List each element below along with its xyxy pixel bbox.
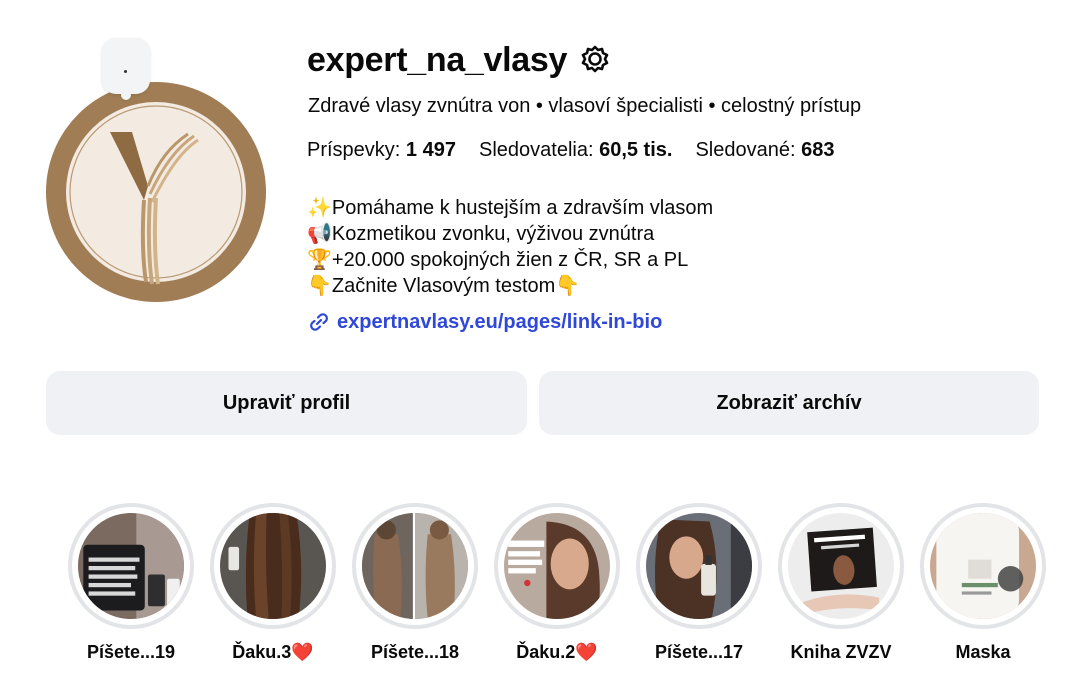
- hair-comparison-icon: [362, 513, 468, 619]
- highlight-ring: [636, 503, 762, 629]
- bio-line: 🏆+20.000 spokojných žien z ČR, SR a PL: [307, 249, 689, 271]
- woman-with-product-icon: [646, 513, 752, 619]
- brand-logo: [46, 82, 266, 302]
- stat-value: 60,5 tis.: [599, 139, 673, 161]
- highlight-item[interactable]: Ďaku.3❤️: [210, 503, 336, 673]
- profile-avatar[interactable]: [46, 82, 266, 302]
- profile-stats: Príspevky: 1 497 Sledovatelia: 60,5 tis.…: [307, 139, 834, 162]
- hair-mask-bottle-icon: [930, 513, 1036, 619]
- stat-label: Sledované:: [695, 139, 796, 161]
- highlight-label: Maska: [955, 642, 1011, 662]
- stat-value: 683: [801, 139, 835, 161]
- highlight-ring: [494, 503, 620, 629]
- bio-line: 👇Začnite Vlasovým testom👇: [307, 275, 581, 297]
- bio-link-text[interactable]: expertnavlasy.eu/pages/link-in-bio: [337, 311, 662, 334]
- profile-bio: ✨Pomáhame k hustejším a zdravším vlasom …: [307, 195, 713, 299]
- stat-following[interactable]: Sledované: 683: [695, 139, 834, 162]
- note-dot: [124, 70, 127, 73]
- chat-screenshot-icon: [78, 513, 184, 619]
- username-row: expert_na_vlasy: [307, 40, 611, 80]
- highlight-ring: [920, 503, 1046, 629]
- highlight-ring: [778, 503, 904, 629]
- stat-followers[interactable]: Sledovatelia: 60,5 tis.: [479, 139, 672, 162]
- stat-value: 1 497: [405, 139, 456, 161]
- edit-profile-button[interactable]: Upraviť profil: [46, 371, 527, 435]
- stat-label: Sledovatelia:: [478, 139, 594, 161]
- highlight-ring: [210, 503, 336, 629]
- view-archive-button[interactable]: Zobraziť archív: [539, 371, 1039, 435]
- username: expert_na_vlasy: [307, 40, 568, 79]
- stat-posts[interactable]: Príspevky: 1 497: [307, 139, 456, 162]
- gear-icon[interactable]: [579, 44, 611, 76]
- highlight-item[interactable]: Píšete...17: [636, 503, 762, 673]
- book-icon: [788, 513, 894, 619]
- highlight-item[interactable]: Píšete...18: [352, 503, 478, 673]
- highlight-ring: [68, 503, 194, 629]
- woman-portrait-icon: [504, 513, 610, 619]
- highlight-item[interactable]: Kniha ZVZV: [778, 503, 904, 673]
- highlight-item[interactable]: Maska: [920, 503, 1046, 673]
- bio-link[interactable]: expertnavlasy.eu/pages/link-in-bio: [307, 310, 662, 334]
- note-bubble[interactable]: [102, 38, 150, 100]
- long-hair-back-icon: [220, 513, 326, 619]
- bio-line: 📢Kozmetikou zvonku, výživou zvnútra: [307, 223, 655, 245]
- link-icon: [307, 310, 331, 334]
- stat-label: Príspevky:: [307, 139, 401, 161]
- profile-category: Zdravé vlasy zvnútra von • vlasoví špeci…: [308, 95, 862, 117]
- highlight-item[interactable]: Píšete...19: [68, 503, 194, 673]
- highlight-ring: [352, 503, 478, 629]
- bio-line: ✨Pomáhame k hustejším a zdravším vlasom: [307, 197, 714, 219]
- story-highlights: Píšete...19 Ďaku.3❤️ Píšete...18 Ďaku.2❤…: [0, 503, 1080, 683]
- highlight-item[interactable]: Ďaku.2❤️: [494, 503, 620, 673]
